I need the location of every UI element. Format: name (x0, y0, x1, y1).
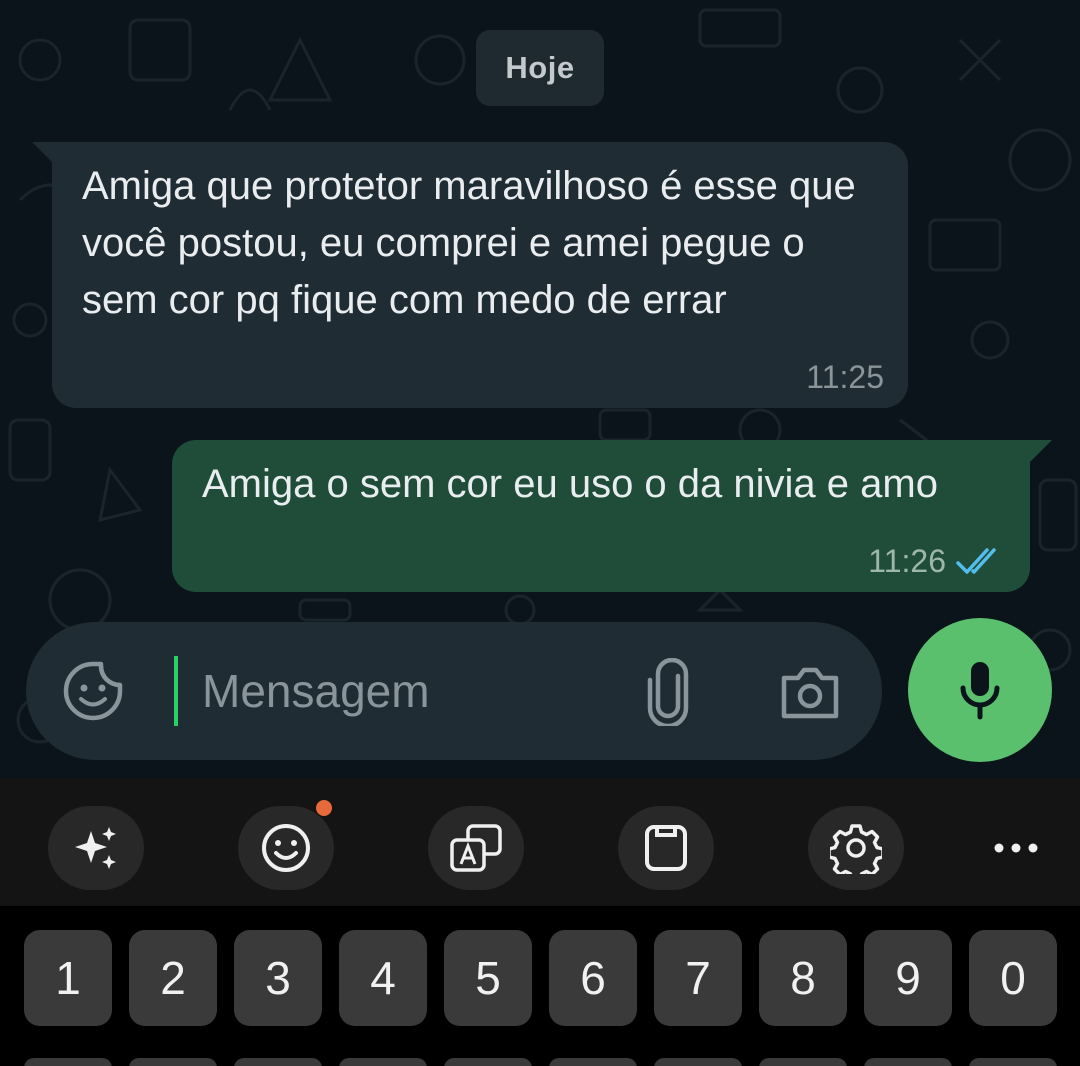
incoming-message[interactable]: Amiga que protetor maravilhoso é esse qu… (52, 142, 908, 408)
keyboard-toolbar (0, 778, 1080, 906)
key-5[interactable]: 5 (444, 930, 532, 1026)
clipboard-button[interactable] (618, 806, 714, 890)
key-partial[interactable] (549, 1058, 637, 1066)
camera-icon[interactable] (778, 662, 842, 722)
message-text: Amiga que protetor maravilhoso é esse qu… (82, 164, 856, 322)
key-0[interactable]: 0 (969, 930, 1057, 1026)
keyboard: 1 2 3 4 5 6 7 8 9 0 (0, 906, 1080, 1066)
key-partial[interactable] (129, 1058, 217, 1066)
key-partial[interactable] (24, 1058, 112, 1066)
date-chip: Hoje (476, 30, 604, 106)
microphone-button[interactable] (908, 618, 1052, 762)
translate-button[interactable] (428, 806, 524, 890)
translate-icon (450, 824, 502, 872)
message-input[interactable] (174, 656, 614, 726)
key-2[interactable]: 2 (129, 930, 217, 1026)
incoming-bubble-tail (32, 142, 54, 164)
gear-icon (830, 824, 882, 874)
more-icon (994, 843, 1038, 853)
ai-tools-button[interactable] (48, 806, 144, 890)
message-text: Amiga o sem cor eu uso o da nivia e amo (202, 462, 938, 506)
emoji-icon (262, 824, 310, 872)
sparkles-icon (75, 827, 116, 869)
key-partial[interactable] (234, 1058, 322, 1066)
message-meta: 11:25 (806, 359, 884, 396)
key-6[interactable]: 6 (549, 930, 637, 1026)
message-meta: 11:26 (868, 543, 1004, 580)
key-9[interactable]: 9 (864, 930, 952, 1026)
message-composer (26, 622, 882, 760)
outgoing-bubble-tail (1030, 440, 1052, 462)
key-7[interactable]: 7 (654, 930, 742, 1026)
message-time: 11:25 (806, 359, 884, 395)
key-partial[interactable] (759, 1058, 847, 1066)
double-check-icon (956, 547, 996, 574)
key-4[interactable]: 4 (339, 930, 427, 1026)
microphone-icon (960, 662, 1000, 720)
message-time: 11:26 (868, 543, 946, 579)
key-3[interactable]: 3 (234, 930, 322, 1026)
key-partial[interactable] (444, 1058, 532, 1066)
key-partial[interactable] (339, 1058, 427, 1066)
more-options-button[interactable] (968, 806, 1064, 890)
key-8[interactable]: 8 (759, 930, 847, 1026)
emoji-button[interactable] (238, 800, 334, 890)
clipboard-icon (645, 825, 687, 871)
settings-button[interactable] (808, 806, 904, 890)
key-partial[interactable] (864, 1058, 952, 1066)
key-partial[interactable] (654, 1058, 742, 1066)
paperclip-icon[interactable] (642, 658, 694, 726)
sticker-icon[interactable] (62, 660, 124, 722)
notification-dot (316, 800, 332, 816)
outgoing-message[interactable]: Amiga o sem cor eu uso o da nivia e amo … (172, 440, 1030, 592)
key-partial[interactable] (969, 1058, 1057, 1066)
key-1[interactable]: 1 (24, 930, 112, 1026)
